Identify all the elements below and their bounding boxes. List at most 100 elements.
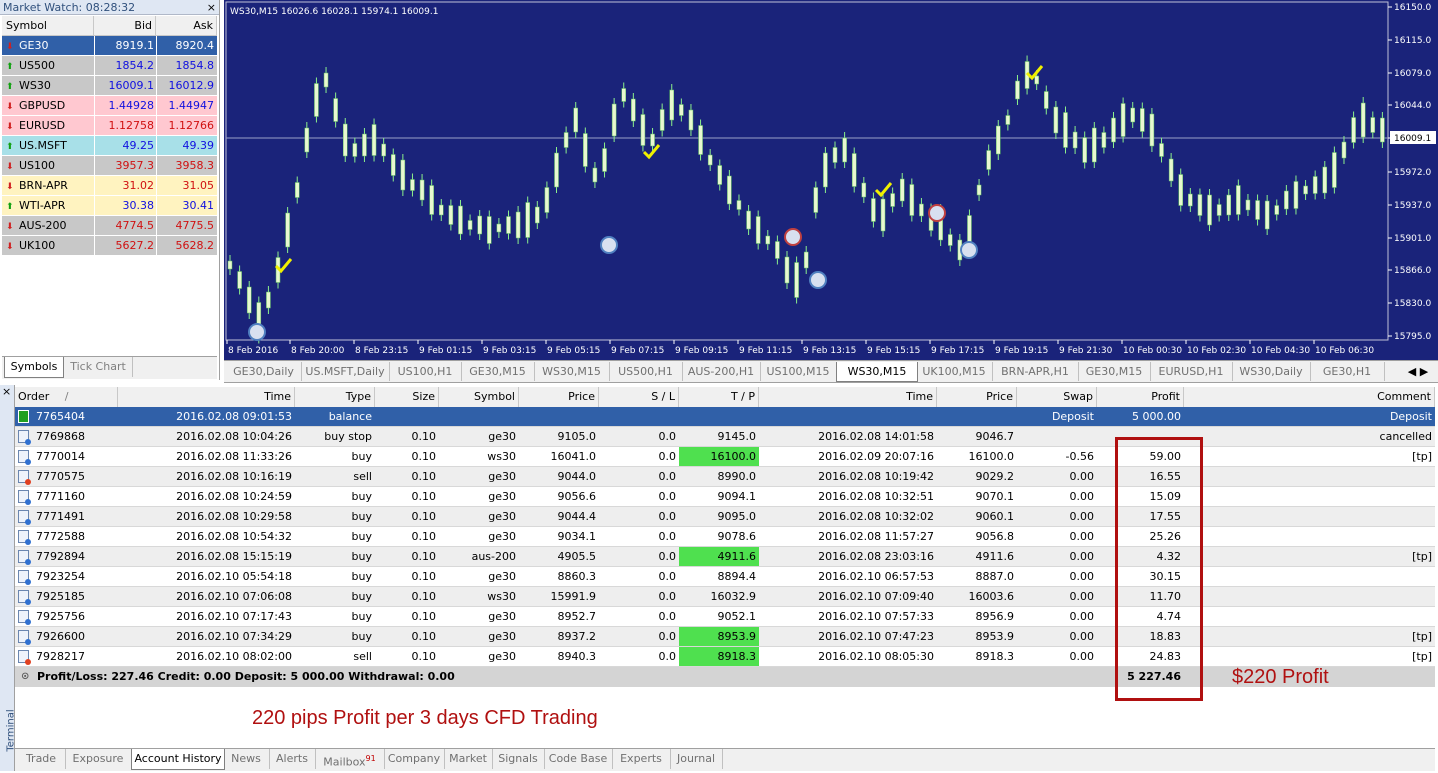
market-watch-row[interactable]: ⬇ GE30 8919.1 8920.4 xyxy=(2,36,217,56)
chart-tab[interactable]: UK100,M15 xyxy=(916,362,993,381)
trade-marker-icon[interactable] xyxy=(928,204,946,222)
market-watch-row[interactable]: ⬆ US500 1854.2 1854.8 xyxy=(2,56,217,76)
terminal-tab[interactable]: Market xyxy=(444,749,493,769)
chart-tab[interactable]: WS30,Daily xyxy=(1232,362,1311,381)
candle-body xyxy=(419,179,425,201)
column-header[interactable]: Price xyxy=(937,387,1017,407)
tab-scroll-arrows-icon[interactable]: ◀ ▶ xyxy=(1400,362,1436,381)
history-row[interactable]: 7925185 2016.02.10 07:06:08 buy 0.10 ws30 159… xyxy=(15,587,1435,607)
tab-symbols[interactable]: Symbols xyxy=(4,357,64,378)
chart-tab[interactable]: GE30,Daily xyxy=(226,362,302,381)
chart-tab[interactable]: EURUSD,H1 xyxy=(1150,362,1233,381)
chart-tab[interactable]: GE30,H1 xyxy=(1310,362,1385,381)
chart-tab[interactable]: US.MSFT,Daily xyxy=(301,362,390,381)
trade-marker-icon[interactable] xyxy=(248,323,266,341)
history-row[interactable]: 7928217 2016.02.10 08:02:00 sell 0.10 ge30 89… xyxy=(15,647,1435,667)
history-row[interactable]: 7770575 2016.02.08 10:16:19 sell 0.10 ge30 90… xyxy=(15,467,1435,487)
column-header[interactable]: Type xyxy=(295,387,375,407)
column-header[interactable]: Price xyxy=(519,387,599,407)
history-row[interactable]: 7923254 2016.02.10 05:54:18 buy 0.10 ge30 886… xyxy=(15,567,1435,587)
cell-tp: 4911.6 xyxy=(679,547,759,566)
trade-marker-icon[interactable] xyxy=(600,236,618,254)
column-header[interactable]: T / P xyxy=(679,387,759,407)
chart-tab[interactable]: GE30,M15 xyxy=(1078,362,1151,381)
market-watch-row[interactable]: ⬆ WTI-APR 30.38 30.41 xyxy=(2,196,217,216)
history-row[interactable]: 7792894 2016.02.08 15:15:19 buy 0.10 aus-200… xyxy=(15,547,1435,567)
column-header[interactable]: Time xyxy=(759,387,937,407)
column-header-bid[interactable]: Bid xyxy=(94,16,156,35)
candle-body xyxy=(496,223,502,233)
market-watch-row[interactable]: ⬆ US.MSFT 49.25 49.39 xyxy=(2,136,217,156)
candle-body xyxy=(707,154,713,166)
column-header[interactable]: Profit xyxy=(1097,387,1184,407)
history-row[interactable]: 7765404 2016.02.08 09:01:53 balance Deposit… xyxy=(15,407,1435,427)
chart-tab[interactable]: AUS-200,H1 xyxy=(682,362,761,381)
market-watch-row[interactable]: ⬇ GBPUSD 1.44928 1.44947 xyxy=(2,96,217,116)
cell-price: 8937.2 xyxy=(557,630,597,643)
chart-tab[interactable]: WS30,M15 xyxy=(836,362,918,382)
history-row[interactable]: 7772588 2016.02.08 10:54:32 buy 0.10 ge30 903… xyxy=(15,527,1435,547)
column-header[interactable]: Comment xyxy=(1184,387,1435,407)
column-header[interactable]: Order / xyxy=(15,387,118,407)
history-row[interactable]: 7771491 2016.02.08 10:29:58 buy 0.10 ge30 904… xyxy=(15,507,1435,527)
cell-symbol: aus-200 xyxy=(471,550,516,563)
terminal-tab[interactable]: Code Base xyxy=(544,749,613,769)
history-row[interactable]: 7770014 2016.02.08 11:33:26 buy 0.10 ws30 160… xyxy=(15,447,1435,467)
cell-swap: 0.00 xyxy=(1069,470,1095,483)
column-header[interactable]: S / L xyxy=(599,387,679,407)
terminal-tab[interactable]: News xyxy=(223,749,270,769)
market-watch-row[interactable]: ⬇ AUS-200 4774.5 4775.5 xyxy=(2,216,217,236)
price-tick-label: 16044.0 xyxy=(1394,101,1431,111)
time-tick-label: 9 Feb 13:15 xyxy=(803,346,856,356)
market-watch-row[interactable]: ⬇ UK100 5627.2 5628.2 xyxy=(2,236,217,256)
chart-tab[interactable]: WS30,M15 xyxy=(534,362,610,381)
chart-tab[interactable]: BRN-APR,H1 xyxy=(992,362,1079,381)
column-header[interactable]: Symbol xyxy=(439,387,519,407)
column-header-symbol[interactable]: Symbol xyxy=(2,16,94,35)
cell-price: 16041.0 xyxy=(550,450,597,463)
terminal-tab[interactable]: Exposure xyxy=(65,749,132,769)
trade-marker-icon[interactable] xyxy=(960,241,978,259)
terminal-tab[interactable]: Trade xyxy=(17,749,66,769)
history-row[interactable]: 7769868 2016.02.08 10:04:26 buy stop 0.10 ge… xyxy=(15,427,1435,447)
terminal-tab[interactable]: Alerts xyxy=(269,749,316,769)
cell-size: 0.10 xyxy=(411,430,437,443)
symbol-name: GBPUSD xyxy=(19,99,66,112)
chart-tab[interactable]: GE30,M15 xyxy=(461,362,535,381)
cell-order: 7772588 xyxy=(36,530,85,543)
price-chart[interactable]: WS30,M15 16026.6 16028.1 15974.1 16009.1… xyxy=(224,0,1438,360)
trade-marker-icon[interactable] xyxy=(784,228,802,246)
column-header-ask[interactable]: Ask xyxy=(156,16,217,35)
market-watch-row[interactable]: ⬆ WS30 16009.1 16012.9 xyxy=(2,76,217,96)
candle-body xyxy=(237,271,242,289)
trade-marker-icon[interactable] xyxy=(809,271,827,289)
terminal-tab[interactable]: Signals xyxy=(492,749,545,769)
chart-tab[interactable]: US500,H1 xyxy=(609,362,683,381)
chart-canvas[interactable]: WS30,M15 16026.6 16028.1 15974.1 16009.1… xyxy=(224,0,1438,360)
close-icon[interactable]: × xyxy=(207,0,216,15)
column-header[interactable]: Swap xyxy=(1017,387,1097,407)
history-row[interactable]: 7925756 2016.02.10 07:17:43 buy 0.10 ge30 895… xyxy=(15,607,1435,627)
market-watch-row[interactable]: ⬇ US100 3957.3 3958.3 xyxy=(2,156,217,176)
column-header[interactable]: Time xyxy=(118,387,295,407)
history-row[interactable]: 7771160 2016.02.08 10:24:59 buy 0.10 ge30 905… xyxy=(15,487,1435,507)
close-icon[interactable]: × xyxy=(2,385,11,398)
terminal-tab[interactable]: Journal xyxy=(670,749,723,769)
history-row[interactable]: 7926600 2016.02.10 07:34:29 buy 0.10 ge30 893… xyxy=(15,627,1435,647)
cell-price: 8952.7 xyxy=(557,610,597,623)
chart-tab[interactable]: US100,H1 xyxy=(389,362,462,381)
terminal-tab[interactable]: Company xyxy=(384,749,445,769)
terminal-tab[interactable]: Experts xyxy=(612,749,671,769)
candle-body xyxy=(890,193,895,207)
market-watch-row[interactable]: ⬇ BRN-APR 31.02 31.05 xyxy=(2,176,217,196)
terminal-tab[interactable]: Account History xyxy=(131,749,225,770)
terminal-tab[interactable]: Mailbox91 xyxy=(315,749,385,769)
cell-order: 7771491 xyxy=(36,510,85,523)
cell-symbol: ge30 xyxy=(488,650,516,663)
market-watch-row[interactable]: ⬇ EURUSD 1.12758 1.12766 xyxy=(2,116,217,136)
bid-cell: 4774.5 xyxy=(115,219,155,232)
candle-body xyxy=(775,241,780,259)
chart-tab[interactable]: US100,M15 xyxy=(760,362,837,381)
tab-tick-chart[interactable]: Tick Chart xyxy=(64,357,133,377)
column-header[interactable]: Size xyxy=(375,387,439,407)
